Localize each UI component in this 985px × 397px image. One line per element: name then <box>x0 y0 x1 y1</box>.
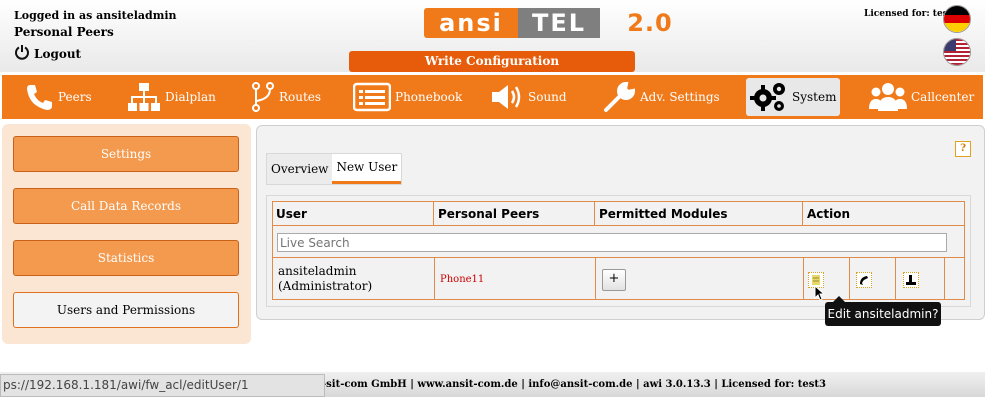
sidebar-item-users-and-permissions[interactable]: Users and Permissions <box>13 292 239 328</box>
speaker-icon <box>490 82 524 112</box>
flag-de-icon[interactable] <box>943 5 971 33</box>
tab-bar: Overview New User <box>266 153 403 185</box>
nav-label: Routes <box>279 90 322 104</box>
nav-sound[interactable]: Sound <box>490 75 567 119</box>
main-nav: Peers Dialplan Routes Phonebook Sound Ad… <box>2 75 983 119</box>
edit-user-tooltip: Edit ansiteladmin? <box>825 302 941 326</box>
nav-dialplan[interactable]: Dialplan <box>127 75 216 119</box>
login-info: Logged in as ansiteladmin <box>14 9 177 22</box>
nav-label: Sound <box>528 90 567 104</box>
nav-label: System <box>792 90 837 104</box>
nav-label: Callcenter <box>911 90 975 104</box>
browser-status-url: ps://192.168.1.181/awi/fw_acl/editUser/1 <box>0 374 325 397</box>
nav-system[interactable]: System <box>746 78 841 116</box>
power-icon <box>14 44 30 63</box>
peer-link[interactable]: Phone11 <box>440 274 484 285</box>
phone-icon <box>24 82 54 112</box>
sidebar-item-settings[interactable]: Settings <box>13 136 239 172</box>
sidebar-item-call-data-records[interactable]: Call Data Records <box>13 188 239 224</box>
nav-callcenter[interactable]: Callcenter <box>869 75 974 119</box>
wrench-icon <box>602 81 636 113</box>
personal-peers-link[interactable]: Personal Peers <box>14 25 114 39</box>
column-header-personal-peers: Personal Peers <box>434 202 595 226</box>
cell-divider <box>595 258 596 300</box>
flag-us-icon[interactable] <box>943 38 971 66</box>
mouse-cursor-icon <box>814 284 826 304</box>
ansitel-logo: ansi TEL 2.0 <box>424 8 690 38</box>
tab-new-user[interactable]: New User <box>332 154 402 184</box>
nav-phonebook[interactable]: Phonebook <box>353 75 462 119</box>
user-permission-icon[interactable] <box>903 272 919 288</box>
column-header-permitted-modules: Permitted Modules <box>595 202 803 226</box>
phonebook-icon <box>353 82 391 112</box>
help-icon[interactable]: ? <box>955 141 971 157</box>
user-name: ansiteladmin <box>278 264 357 278</box>
live-search-input[interactable] <box>277 233 947 252</box>
column-header-action: Action <box>807 207 851 221</box>
cell-divider <box>434 258 435 300</box>
logout-button[interactable]: Logout <box>14 44 81 63</box>
logo-right: TEL <box>518 8 600 38</box>
nav-label: Dialplan <box>165 90 216 104</box>
route-icon <box>251 81 275 113</box>
nav-label: Peers <box>58 90 92 104</box>
column-header-user: User <box>272 202 434 226</box>
add-module-button[interactable]: + <box>602 269 626 291</box>
nav-label: Adv. Settings <box>640 90 720 104</box>
group-icon <box>869 81 907 113</box>
phone-handset-icon[interactable] <box>856 272 872 288</box>
tab-overview[interactable]: Overview <box>267 154 332 184</box>
cell-divider <box>849 258 850 300</box>
sidebar-item-statistics[interactable]: Statistics <box>13 240 239 276</box>
user-role: (Administrator) <box>278 279 373 293</box>
cell-divider <box>895 258 896 300</box>
footer-text: -sit-com GmbH | www.ansit-com.de | info@… <box>322 379 826 390</box>
nav-routes[interactable]: Routes <box>251 75 321 119</box>
nav-peers[interactable]: Peers <box>24 75 92 119</box>
nav-label: Phonebook <box>395 90 463 104</box>
logo-left: ansi <box>424 8 518 38</box>
logo-version: 2.0 <box>627 9 673 37</box>
gears-icon <box>750 80 788 114</box>
cell-divider <box>944 258 945 300</box>
logout-label: Logout <box>34 46 82 61</box>
sitemap-icon <box>127 82 161 112</box>
write-configuration-button[interactable]: Write Configuration <box>349 51 635 72</box>
nav-adv-settings[interactable]: Adv. Settings <box>602 75 720 119</box>
cell-divider <box>803 258 804 300</box>
sidebar: Settings Call Data Records Statistics Us… <box>2 124 251 344</box>
user-cell: ansiteladmin (Administrator) <box>278 264 372 294</box>
